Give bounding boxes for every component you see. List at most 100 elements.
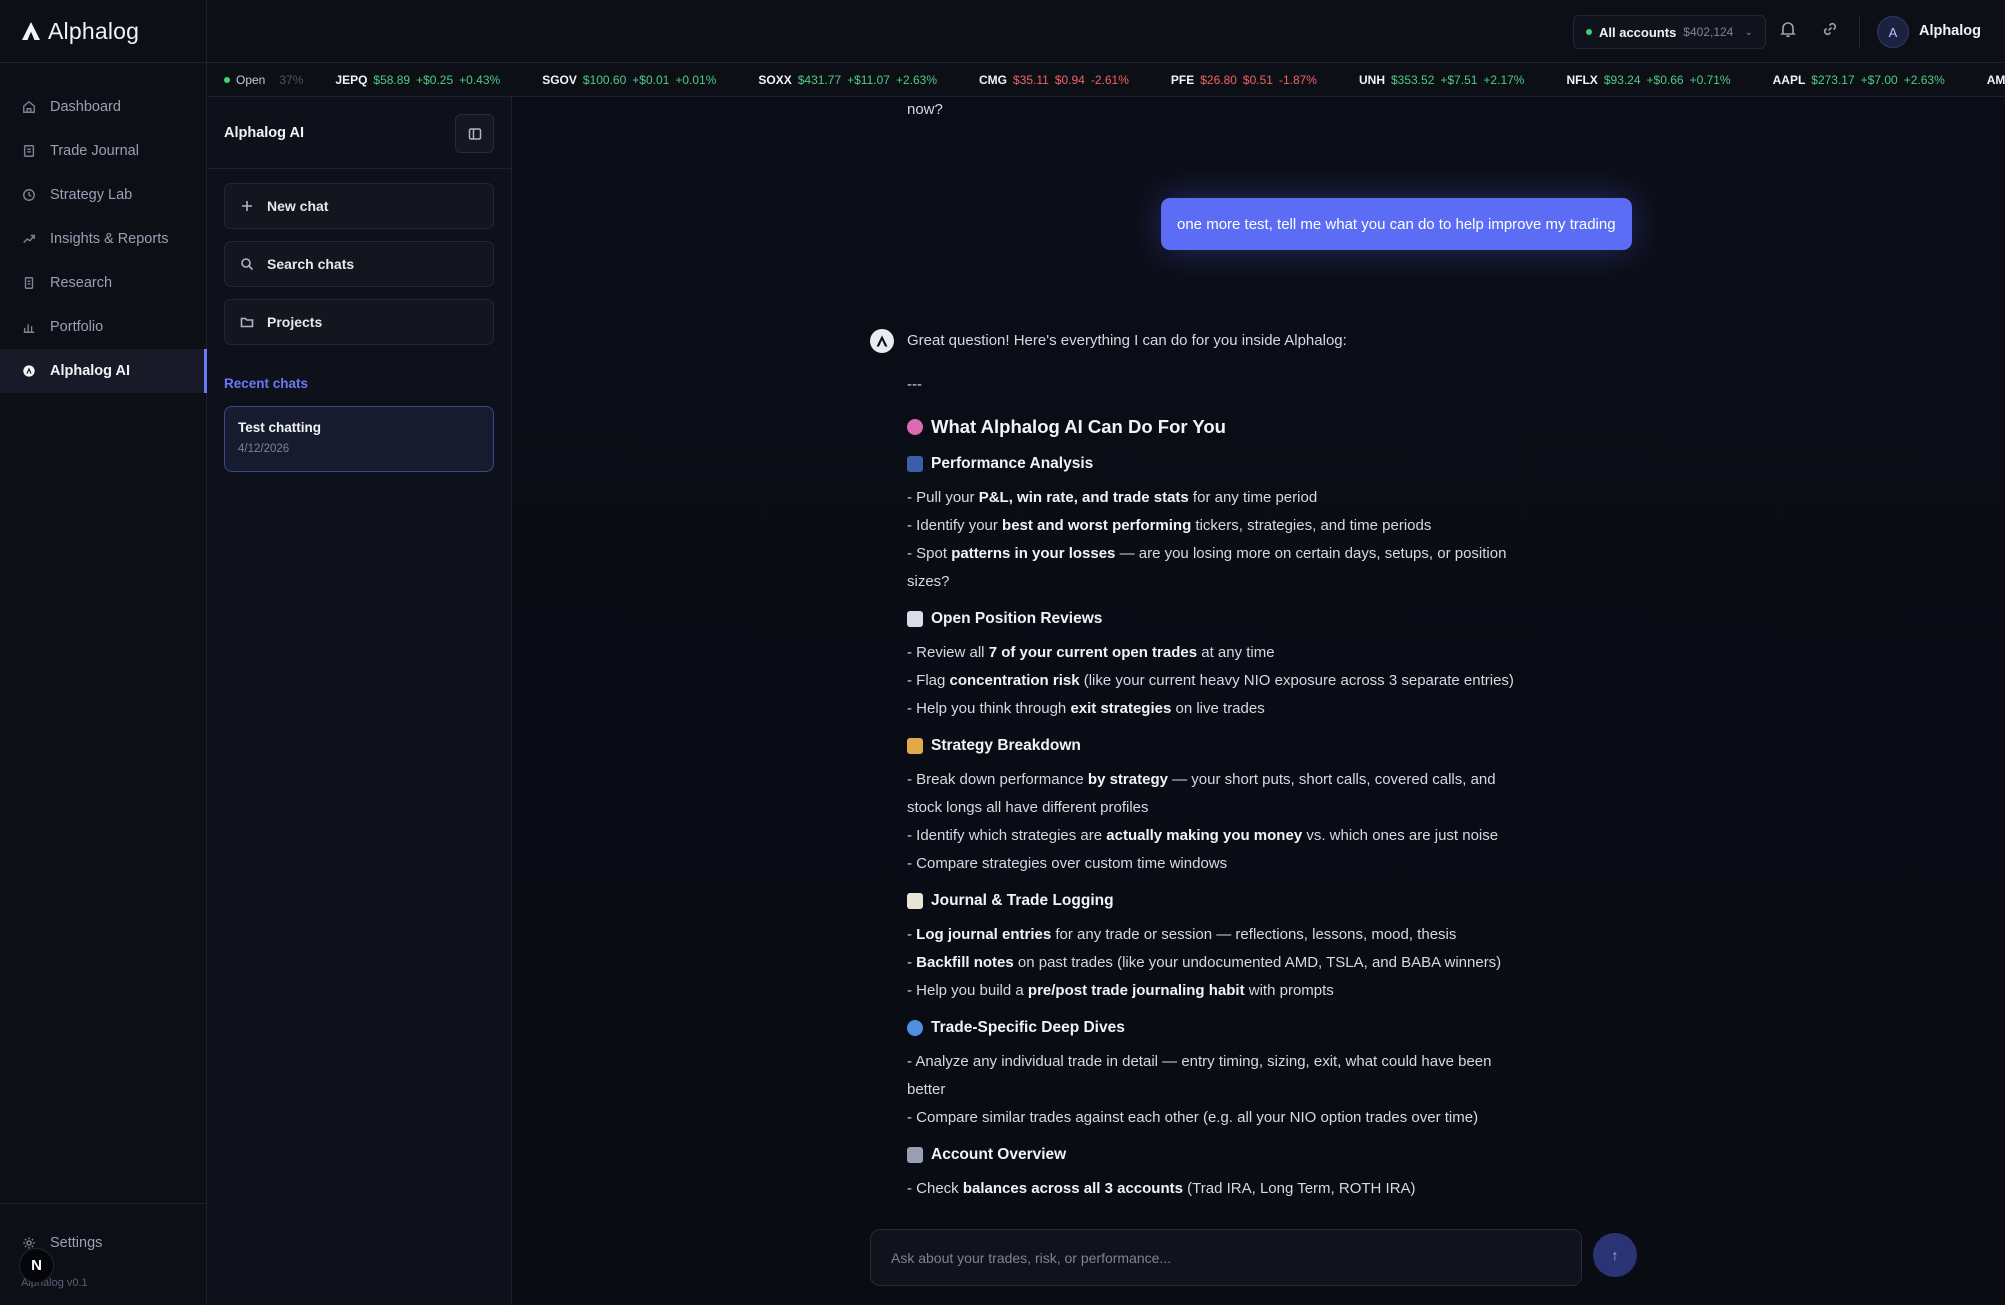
new-chat-button[interactable]: New chat (224, 183, 494, 229)
ai-list-item: - Help you think through exit strategies… (907, 695, 1527, 723)
ai-logo-icon (23, 365, 35, 377)
accounts-label: All accounts (1599, 24, 1677, 40)
accounts-value: $402,124 (1683, 25, 1734, 39)
sidebar: Alphalog Dashboard Trade Journal Strateg… (0, 0, 207, 1305)
ticker-symbol: JEPQ (335, 72, 368, 87)
chart-up-emoji-icon (907, 611, 923, 627)
ticker-item[interactable]: JEPQ $58.89 +$0.25 +0.43% (335, 73, 500, 87)
ai-list-item: - Log journal entries for any trade or s… (907, 921, 1527, 949)
ticker-percent: -2.61% (1090, 72, 1129, 87)
ai-text: - (907, 926, 917, 943)
plus-icon (242, 201, 252, 211)
ai-list-item: - Flag concentration risk (like your cur… (907, 667, 1527, 695)
ticker-percent: +2.63% (1903, 72, 1945, 87)
ticker-item[interactable]: NFLX $93.24 +$0.66 +0.71% (1566, 73, 1730, 87)
ai-list-item: - Spot patterns in your losses — are you… (907, 540, 1527, 596)
ai-bold-text: P&L, win rate, and trade stats (978, 489, 1189, 506)
new-chat-label: New chat (267, 198, 329, 214)
ticker-item[interactable]: SGOV $100.60 +$0.01 +0.01% (542, 73, 716, 87)
ticker-item[interactable]: AMZN$255.36+$5. (1987, 73, 2005, 87)
ai-list-item: - Help you build a pre/post trade journa… (907, 977, 1527, 1005)
chevron-down-icon: ⌄ (1744, 26, 1753, 38)
ai-list-item: - Identify your best and worst performin… (907, 512, 1527, 540)
send-button[interactable]: ↑ (1593, 1233, 1637, 1277)
trend-icon (23, 234, 35, 243)
projects-button[interactable]: Projects (224, 299, 494, 345)
ai-bold-text: by strategy (1087, 771, 1168, 788)
ai-heading-text: What Alphalog AI Can Do For You (931, 416, 1226, 437)
sidebar-item-research[interactable]: Research (0, 261, 206, 305)
ticker-item[interactable]: UNH $353.52 +$7.51 +2.17% (1359, 73, 1524, 87)
ai-bold-text: Log journal entries (916, 926, 1052, 943)
collapse-panel-button[interactable] (455, 114, 494, 153)
header-divider (1859, 16, 1860, 48)
search-chats-label: Search chats (267, 256, 355, 272)
ai-text: - Compare strategies over custom time wi… (907, 855, 1228, 872)
avatar[interactable]: A (1877, 16, 1909, 48)
sidebar-item-trade-journal[interactable]: Trade Journal (0, 129, 206, 173)
ticker-item[interactable]: SOXX $431.77 +$11.07 +2.63% (758, 73, 937, 87)
link-icon[interactable] (1821, 20, 1843, 42)
brand-name: Alphalog (48, 17, 140, 44)
ticker-symbol: AAPL (1772, 72, 1806, 87)
ai-heading: What Alphalog AI Can Do For You (907, 413, 1527, 441)
ai-list-item: - Pull your P&L, win rate, and trade sta… (907, 484, 1527, 512)
sidebar-item-label: Insights & Reports (50, 231, 169, 247)
recent-chat-item[interactable]: Test chatting 4/12/2026 (224, 406, 494, 472)
ticker-item[interactable]: AAPL $273.17 +$7.00 +2.63% (1773, 73, 1945, 87)
ticker-symbol: NFLX (1566, 72, 1598, 87)
folder-icon (240, 317, 254, 328)
journal-icon (23, 145, 35, 157)
ticker-symbol: SOXX (758, 72, 792, 87)
n-badge[interactable]: N (19, 1248, 54, 1283)
ai-text: - Spot (907, 545, 952, 562)
sidebar-item-label: Settings (50, 1235, 103, 1251)
ticker-change: +$0.66 (1646, 72, 1684, 87)
sidebar-toggle-icon (468, 127, 481, 140)
brand[interactable]: Alphalog (0, 0, 206, 63)
ai-bold-text: concentration risk (949, 672, 1080, 689)
sidebar-item-strategy-lab[interactable]: Strategy Lab (0, 173, 206, 217)
ticker-item[interactable]: PFE $26.80 $0.51 -1.87% (1171, 73, 1317, 87)
ticker-change: +$7.00 (1860, 72, 1898, 87)
ticker-change: $0.94 (1054, 72, 1085, 87)
ai-bold-text: 7 of your current open trades (988, 644, 1198, 661)
sidebar-item-label: Trade Journal (50, 143, 139, 159)
bell-icon[interactable] (1779, 20, 1801, 42)
ai-avatar (870, 329, 894, 353)
sidebar-item-label: Strategy Lab (50, 187, 133, 203)
accounts-selector[interactable]: All accounts $402,124 ⌄ (1573, 15, 1766, 49)
sidebar-item-insights-reports[interactable]: Insights & Reports (0, 217, 206, 261)
recent-chat-title: Test chatting (238, 420, 322, 435)
ai-text: - Break down performance (907, 771, 1088, 788)
ai-section-title: Open Position Reviews (931, 610, 1103, 627)
search-icon (241, 258, 254, 271)
ai-sections: Performance Analysis - Pull your P&L, win… (907, 453, 1527, 1203)
ai-text: - Flag (907, 672, 950, 689)
sidebar-item-label: Research (50, 275, 113, 291)
ai-text: tickers, strategies, and time periods (1191, 517, 1432, 534)
ai-list-item: - Break down performance by strategy — y… (907, 766, 1527, 822)
sidebar-item-dashboard[interactable]: Dashboard (0, 85, 206, 129)
ticker-price: $35.11 (1013, 72, 1049, 87)
ai-text: - (907, 954, 917, 971)
ticker-item[interactable]: CMG $35.11 $0.94 -2.61% (979, 73, 1129, 87)
search-chats-button[interactable]: Search chats (224, 241, 494, 287)
ticker-change: +$0.25 (416, 72, 454, 87)
user-name[interactable]: Alphalog (1919, 23, 1981, 39)
sidebar-nav: Dashboard Trade Journal Strategy Lab Ins… (0, 85, 207, 393)
sidebar-item-portfolio[interactable]: Portfolio (0, 305, 206, 349)
magnifier-emoji-icon (907, 1020, 923, 1036)
message-composer[interactable] (870, 1229, 1582, 1286)
ai-list-item: - Identify which strategies are actually… (907, 822, 1527, 850)
ai-section-title: Trade-Specific Deep Dives (931, 1019, 1125, 1036)
market-status-label: Open (236, 72, 266, 87)
recent-chat-date: 4/12/2026 (238, 443, 290, 455)
ticker-symbol: UNH (1358, 72, 1385, 87)
sidebar-item-alphalog-ai[interactable]: Alphalog AI (0, 349, 207, 393)
bar-chart-icon (23, 324, 35, 333)
sidebar-item-label: Portfolio (50, 319, 104, 335)
clock-icon (23, 189, 35, 201)
ai-rule: --- (907, 376, 922, 393)
message-input[interactable] (891, 1249, 1581, 1266)
